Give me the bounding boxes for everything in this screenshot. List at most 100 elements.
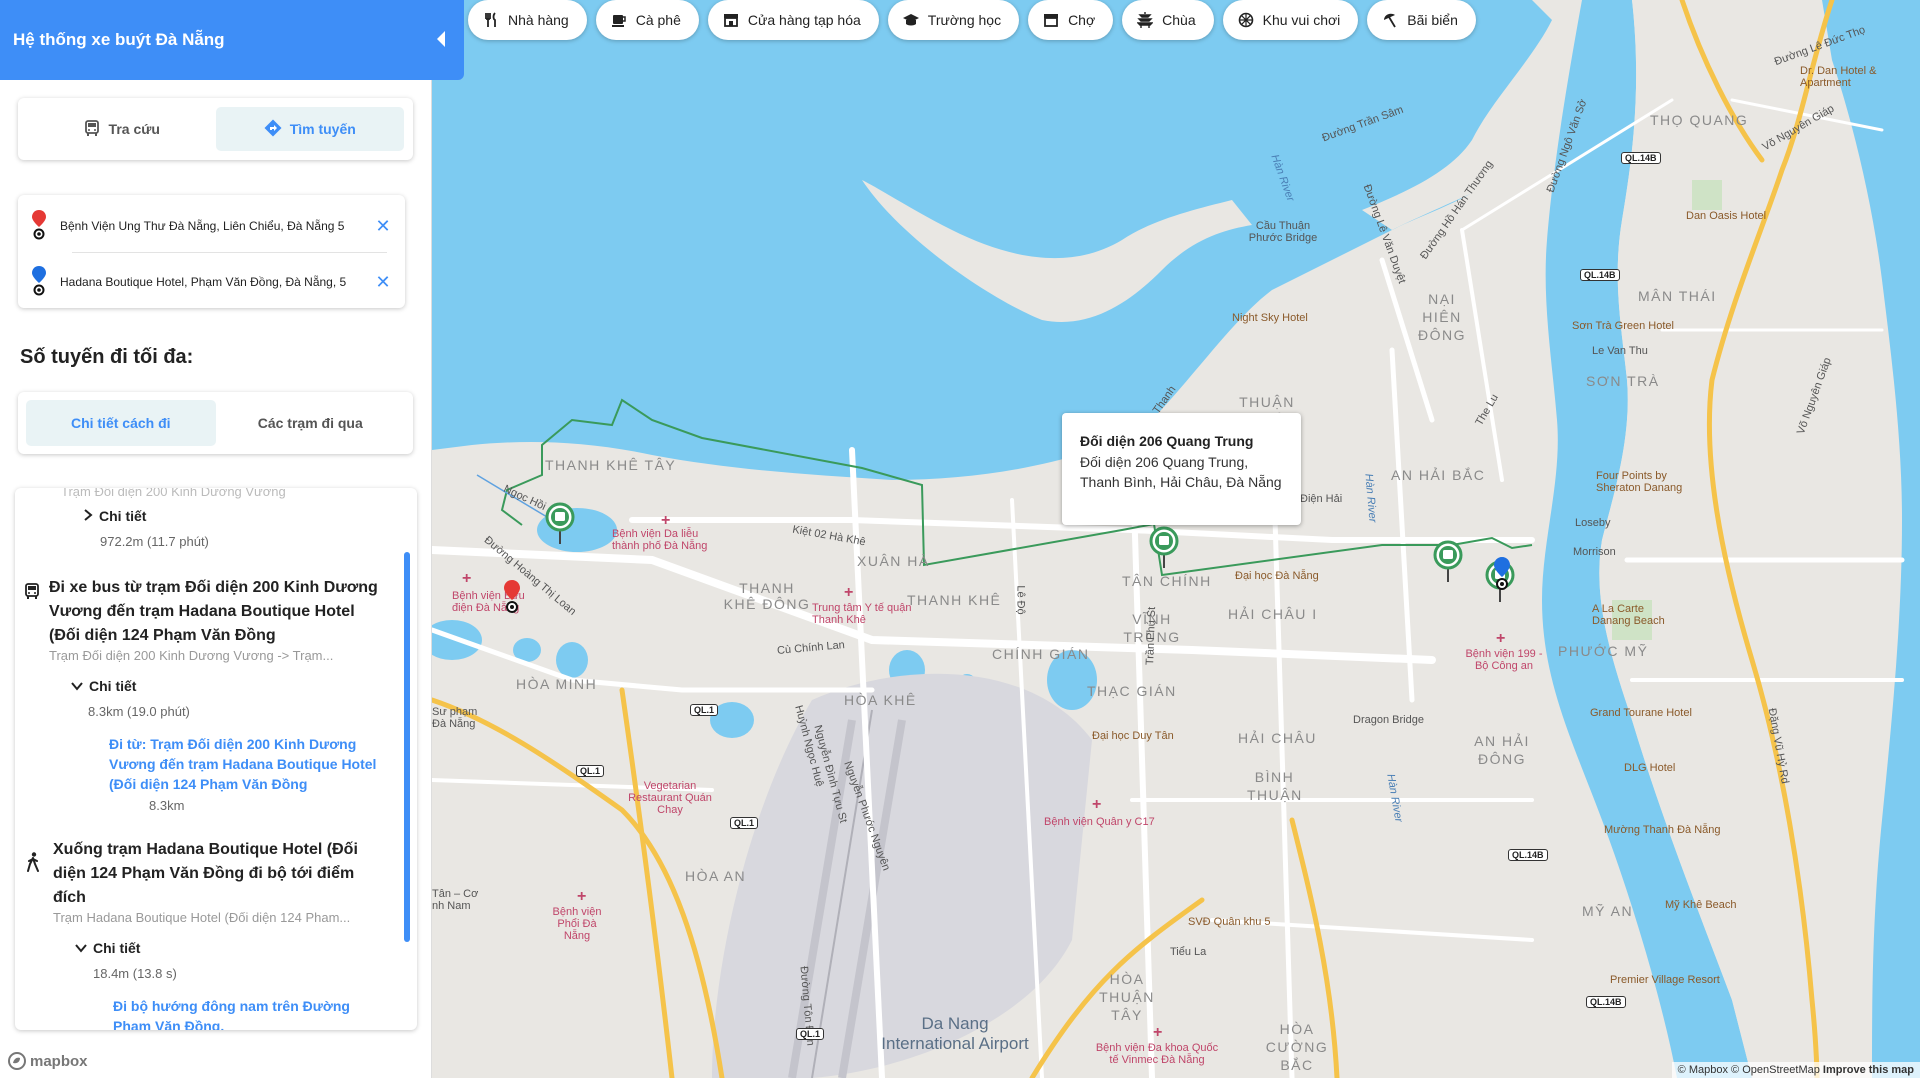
label-hai-chau-i: HẢI CHÂU I: [1228, 606, 1318, 622]
label-le-do: Lê Độ: [1014, 585, 1027, 615]
hospital-icon: +: [462, 570, 472, 587]
chip-label: Chùa: [1162, 12, 1196, 28]
collapse-sidebar-icon[interactable]: [434, 28, 448, 50]
mode-lookup-button[interactable]: Tra cứu: [27, 107, 216, 151]
label-an-hai-dong: AN HẢI ĐÔNG: [1474, 733, 1530, 767]
popup-title: Đối diện 206 Quang Trung: [1080, 433, 1254, 449]
max-routes-label: Số tuyến đi tối đa:: [20, 346, 194, 368]
chip-label: Cà phê: [635, 12, 681, 28]
label-su-pham: Sư phạm Đà Nẵng: [432, 706, 478, 730]
detail-label: Chi tiết: [93, 940, 141, 956]
map-attribution: © Mapbox © OpenStreetMap Improve this ma…: [1671, 1062, 1920, 1078]
shield-ql14b: QL.14B: [1621, 152, 1661, 164]
hospital-icon: +: [1153, 1024, 1163, 1041]
app: THANH KHÊ TÂY THANH KHÊ ĐÔNG THANH KHÊ X…: [0, 0, 1920, 1078]
walk-step-detail-toggle[interactable]: Chi tiết: [75, 940, 140, 956]
chip-market[interactable]: Chợ: [1028, 0, 1114, 40]
steps-scrollbar[interactable]: [404, 552, 410, 942]
label-hoa-cuong-bac: HÒA CƯỜNG BẮC: [1265, 1021, 1329, 1073]
chip-restaurant[interactable]: Nhà hàng: [468, 0, 587, 40]
label-trung-tam-y-te: Trung tâm Y tế quận Thanh Khê: [812, 602, 912, 626]
label-nai-hien-dong: NẠI HIÊN ĐÔNG: [1418, 291, 1466, 343]
chevron-right-icon: [83, 508, 93, 524]
clear-destination-icon[interactable]: ✕: [375, 272, 391, 293]
label-la-carte: A La Carte Danang Beach: [1592, 603, 1665, 627]
detail-tabs: Chi tiết cách đi Các trạm đi qua: [18, 392, 413, 454]
walk-step-title: Xuống trạm Hadana Boutique Hotel (Đối di…: [53, 841, 358, 906]
bus-stop-marker[interactable]: [545, 502, 575, 546]
label-tran-phu: Trần Phú St: [1144, 606, 1159, 666]
label-thanh-khe-dong: THANH KHÊ ĐÔNG: [723, 580, 811, 612]
market-icon: [1042, 11, 1060, 29]
mode-route-finder-button[interactable]: Tìm tuyến: [215, 107, 404, 151]
origin-pin-icon[interactable]: [504, 580, 520, 614]
restaurant-icon: [482, 11, 500, 29]
hospital-icon: +: [1092, 796, 1102, 813]
route-steps-panel[interactable]: Trạm Đối diện 200 Kinh Dương Vương Chi t…: [15, 488, 417, 1030]
destination-input[interactable]: Hadana Boutique Hotel, Phạm Văn Đồng, Đà…: [60, 275, 361, 289]
label-thac-gian: THẠC GIÁN: [1087, 683, 1177, 699]
walk-step-link[interactable]: Đi bộ hướng đông nam trên Đường Phạm Văn…: [113, 996, 373, 1030]
label-binh-thuan: BÌNH THUẬN: [1247, 769, 1303, 803]
bus-step-link[interactable]: Đi từ: Trạm Đối diện 200 Kinh Dương Vươn…: [109, 734, 379, 794]
label-xuan-ha: XUÂN HÀ: [857, 553, 930, 569]
prev-step-meta: 972.2m (11.7 phút): [100, 534, 209, 549]
route-inputs: Bệnh Viện Ung Thư Đà Nẵng, Liên Chiểu, Đ…: [18, 195, 405, 308]
tab-route-details[interactable]: Chi tiết cách đi: [26, 400, 216, 446]
label-morrison: Morrison: [1573, 546, 1616, 558]
chip-pagoda[interactable]: Chùa: [1122, 0, 1214, 40]
label-dien-hai: Điện Hải: [1300, 493, 1343, 505]
chip-label: Bãi biển: [1407, 12, 1458, 28]
label-an-hai-bac: AN HẢI BẮC: [1391, 467, 1486, 483]
label-cau-thuan-phuoc: Cầu Thuận Phước Bridge: [1248, 220, 1318, 244]
destination-pin-icon[interactable]: [1494, 557, 1510, 591]
walk-icon: [25, 852, 41, 877]
bus-stop-marker[interactable]: [1433, 540, 1463, 584]
walk-step-meta: 18.4m (13.8 s): [93, 966, 177, 981]
mapbox-logo-text: mapbox: [30, 1052, 88, 1070]
label-benh-vien-da-lieu: Bệnh viện Da liễu thành phố Đà Nẵng: [612, 528, 708, 552]
label-tho-quang: THỌ QUANG: [1650, 112, 1749, 128]
chevron-down-icon: [71, 678, 83, 694]
chip-beach[interactable]: Bãi biển: [1367, 0, 1476, 40]
walk-step-subtitle: Trạm Hadana Boutique Hotel (Đối diện 124…: [53, 910, 351, 925]
bus-step-detail-toggle[interactable]: Chi tiết: [71, 678, 136, 694]
shield-ql14b-2: QL.14B: [1580, 269, 1620, 281]
chip-school[interactable]: Trường học: [887, 0, 1020, 40]
chip-store[interactable]: Cửa hàng tạp hóa: [707, 0, 879, 40]
destination-row: Hadana Boutique Hotel, Phạm Văn Đồng, Đà…: [32, 262, 391, 302]
prev-step-detail-toggle[interactable]: Chi tiết: [83, 508, 146, 524]
mapbox-logo[interactable]: mapbox: [8, 1052, 88, 1070]
clear-origin-icon[interactable]: ✕: [375, 216, 391, 237]
label-four-points: Four Points by Sheraton Danang: [1596, 470, 1683, 494]
chip-label: Chợ: [1068, 12, 1096, 28]
bus-stop-marker[interactable]: [1149, 526, 1179, 570]
attribution-osm[interactable]: © OpenStreetMap: [1731, 1064, 1820, 1076]
label-night-sky: Night Sky Hotel: [1232, 312, 1308, 324]
label-benh-vien-199: Bệnh viện 199 - Bộ Công an: [1465, 648, 1543, 672]
chip-amusement[interactable]: Khu vui chơi: [1222, 0, 1359, 40]
sidebar: Hệ thống xe buýt Đà Nẵng Tra cứu Tìm tuy…: [0, 0, 464, 1078]
tab-stops[interactable]: Các trạm đi qua: [216, 400, 406, 446]
bus-step-link-distance: 8.3km: [149, 798, 185, 813]
chip-label: Cửa hàng tạp hóa: [747, 12, 861, 28]
label-dai-hoc-da-nang: Đại học Đà Nẵng: [1235, 570, 1319, 582]
origin-input[interactable]: Bệnh Viện Ung Thư Đà Nẵng, Liên Chiểu, Đ…: [60, 219, 361, 233]
chip-label: Khu vui chơi: [1262, 12, 1341, 28]
chip-coffee[interactable]: Cà phê: [595, 0, 699, 40]
label-benh-vien-quan-y: Bệnh viện Quân y C17: [1044, 816, 1155, 828]
map-canvas[interactable]: THANH KHÊ TÂY THANH KHÊ ĐÔNG THANH KHÊ X…: [432, 0, 1920, 1078]
school-icon: [902, 11, 920, 29]
label-man-thai: MÂN THÁI: [1638, 288, 1717, 304]
label-dai-hoc-duy-tan: Đại học Duy Tân: [1092, 730, 1174, 742]
label-benh-vien-phoi: Bệnh viện Phổi Đà Nẵng: [552, 906, 602, 942]
chip-label: Trường học: [927, 12, 1002, 28]
hospital-icon: +: [1496, 630, 1506, 647]
attribution-improve[interactable]: Improve this map: [1823, 1064, 1914, 1076]
hospital-icon: +: [577, 888, 587, 905]
label-tan-co: Tân – Cơ nh Nam: [432, 888, 479, 912]
label-dr-dan: Dr. Dan Hotel & Apartment: [1800, 65, 1877, 89]
attribution-mapbox[interactable]: © Mapbox: [1678, 1064, 1728, 1076]
beach-icon: [1381, 11, 1399, 29]
label-dragon-bridge: Dragon Bridge: [1353, 714, 1424, 726]
